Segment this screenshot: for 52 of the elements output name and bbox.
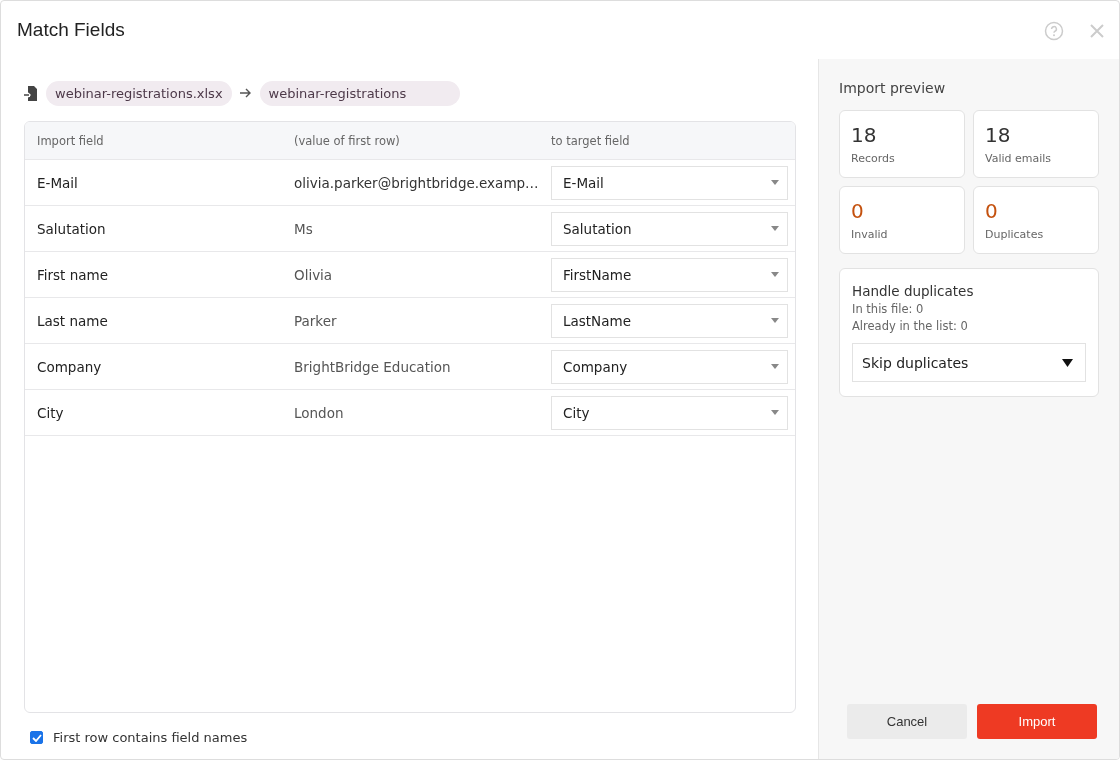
duplicate-option-dropdown[interactable]: Skip duplicates <box>852 343 1086 382</box>
caret-icon <box>771 410 779 415</box>
caret-icon <box>771 226 779 231</box>
caret-icon <box>771 180 779 185</box>
import-field-cell-text: Salutation <box>37 220 107 237</box>
source-file-chip: webinar-registrations.xlsx <box>46 80 232 106</box>
import-field-cell-text: First name <box>37 266 109 283</box>
target-field-dropdown[interactable]: City <box>551 395 788 430</box>
target-field-dropdown[interactable]: E-Mail <box>551 165 788 200</box>
stat-value: 18 <box>985 123 1012 147</box>
first-row-value-cell-text: London <box>294 404 345 421</box>
duplicate-count: Already in the list: 0 <box>852 319 969 333</box>
stat-label: Invalid <box>851 228 889 241</box>
stat-label: Duplicates <box>985 228 1045 241</box>
stat-value: 0 <box>985 199 999 223</box>
import-field-cell-text: City <box>37 404 65 421</box>
column-header: (value of first row) <box>294 133 401 148</box>
import-field-cell-text: Last name <box>37 312 109 329</box>
help-icon[interactable] <box>1044 21 1064 41</box>
import-field-cell-text: Company <box>37 358 103 375</box>
close-icon[interactable] <box>1090 24 1104 38</box>
target-field-dropdown[interactable]: FirstName <box>551 257 788 292</box>
checkbox-label: First row contains field names <box>53 730 248 745</box>
column-header: to target field <box>551 133 631 148</box>
target-field-dropdown[interactable]: Company <box>551 349 788 384</box>
first-row-value-cell-text: olivia.parker@brightbridge.examp… <box>294 174 540 191</box>
column-header: Import field <box>37 133 105 148</box>
target-list-chip: webinar-registrations <box>259 80 461 106</box>
first-row-value-cell-text: Ms <box>294 220 314 237</box>
caret-icon <box>771 364 779 369</box>
target-field-dropdown[interactable]: LastName <box>551 303 788 338</box>
card-title: Handle duplicates <box>852 283 975 299</box>
arrow-right-icon <box>239 88 252 98</box>
stat-label: Records <box>851 152 896 165</box>
panel-title: Import preview <box>839 80 947 96</box>
first-row-value-cell-text: Olivia <box>294 266 334 283</box>
duplicate-count: In this file: 0 <box>852 302 925 316</box>
cancel-button[interactable]: Cancel <box>847 704 967 739</box>
dialog-title: Match Fields <box>17 19 125 41</box>
checkbox[interactable] <box>30 731 43 744</box>
first-row-value-cell-text: Parker <box>294 312 338 329</box>
file-import-icon <box>24 85 38 101</box>
stat-value: 0 <box>851 199 865 223</box>
caret-icon <box>771 272 779 277</box>
caret-icon <box>771 318 779 323</box>
target-field-dropdown[interactable]: Salutation <box>551 211 788 246</box>
first-row-value-cell-text: BrightBridge Education <box>294 358 452 375</box>
caret-icon <box>1062 358 1073 367</box>
import-button[interactable]: Import <box>977 704 1097 739</box>
import-field-cell-text: E-Mail <box>37 174 79 191</box>
stat-label: Valid emails <box>985 152 1053 165</box>
stat-value: 18 <box>851 123 878 147</box>
